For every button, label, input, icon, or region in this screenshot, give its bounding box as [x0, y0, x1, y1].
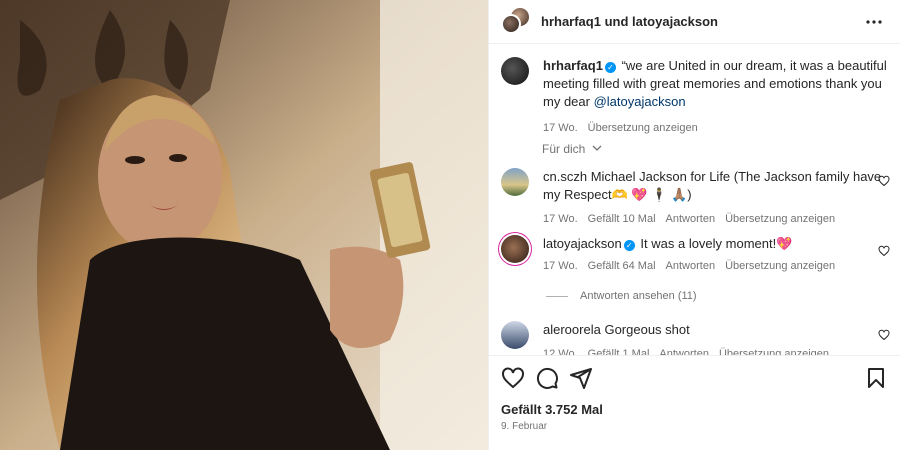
avatar[interactable]	[501, 321, 529, 349]
avatar[interactable]	[501, 57, 529, 85]
comment-text: Michael Jackson for Life (The Jackson fa…	[543, 169, 882, 202]
comment-text: It was a lovely moment!💖	[640, 236, 793, 251]
post-side-panel: hrharfaq1 und latoyajackson hrharfaq1 ✓ “…	[488, 0, 900, 450]
reply-button[interactable]: Antworten	[666, 210, 716, 228]
caption-body: hrharfaq1 ✓ “we are United in our dream, …	[543, 57, 891, 137]
translate-link[interactable]: Übersetzung anzeigen	[725, 257, 835, 275]
avatar[interactable]	[501, 168, 529, 196]
comment-item: aleroorela Gorgeous shot 12 Wo. Gefällt …	[501, 321, 891, 355]
comment-like-heart-icon[interactable]	[878, 245, 890, 257]
post-header: hrharfaq1 und latoyajackson	[489, 0, 900, 44]
divider	[546, 295, 568, 297]
view-replies-button[interactable]: Antworten ansehen (11)	[546, 290, 697, 302]
comments-scroll-area[interactable]: hrharfaq1 ✓ “we are United in our dream, …	[489, 45, 900, 355]
translate-link[interactable]: Übersetzung anzeigen	[588, 119, 698, 137]
comment-like-heart-icon[interactable]	[878, 175, 890, 187]
post-actions: Gefällt 3.752 Mal 9. Februar	[489, 355, 900, 432]
post-authors[interactable]: hrharfaq1 und latoyajackson	[541, 14, 862, 29]
comment-item: cn.sczh Michael Jackson for Life (The Ja…	[501, 168, 891, 228]
comment-item: latoyajackson ✓ It was a lovely moment!💖 …	[501, 235, 891, 275]
comment-username[interactable]: latoyajackson	[543, 236, 622, 251]
action-bar	[501, 366, 888, 390]
bookmark-icon[interactable]	[864, 366, 888, 390]
comment-text: Gorgeous shot	[604, 322, 690, 337]
verified-icon: ✓	[623, 240, 635, 251]
comment-body: aleroorela Gorgeous shot 12 Wo. Gefällt …	[543, 321, 891, 355]
share-send-icon[interactable]	[569, 366, 593, 390]
comment-icon[interactable]	[535, 366, 559, 390]
verified-icon: ✓	[604, 62, 616, 73]
more-horizontal-icon[interactable]	[862, 10, 886, 34]
collab-avatars[interactable]	[501, 7, 529, 36]
photo-illustration	[0, 0, 488, 450]
comment-like-heart-icon[interactable]	[878, 329, 890, 341]
comment-time[interactable]: 12 Wo.	[543, 345, 578, 355]
comment-username[interactable]: aleroorela	[543, 322, 601, 337]
comment-meta: 17 Wo. Gefällt 10 Mal Antworten Übersetz…	[543, 210, 891, 228]
comment-likes[interactable]: Gefällt 10 Mal	[588, 210, 656, 228]
likes-count[interactable]: Gefällt 3.752 Mal	[501, 402, 888, 417]
translate-link[interactable]: Übersetzung anzeigen	[725, 210, 835, 228]
sort-label: Für dich	[542, 142, 586, 156]
reply-button[interactable]: Antworten	[666, 257, 716, 275]
post-caption: hrharfaq1 ✓ “we are United in our dream, …	[501, 57, 891, 137]
post-photo[interactable]	[0, 0, 488, 450]
instagram-post-view: hrharfaq1 und latoyajackson hrharfaq1 ✓ “…	[0, 0, 900, 450]
comment-meta: 12 Wo. Gefällt 1 Mal Antworten Übersetzu…	[543, 345, 891, 355]
comment-username[interactable]: cn.sczh	[543, 169, 587, 184]
reply-button[interactable]: Antworten	[659, 345, 709, 355]
avatar[interactable]	[501, 235, 529, 263]
sort-dropdown[interactable]: Für dich	[542, 142, 602, 156]
view-replies-label: Antworten ansehen (11)	[580, 290, 697, 302]
like-heart-icon[interactable]	[501, 366, 525, 390]
avatar[interactable]	[501, 13, 521, 34]
mention-link[interactable]: @latoyajackson	[594, 94, 686, 109]
translate-link[interactable]: Übersetzung anzeigen	[719, 345, 829, 355]
comment-likes[interactable]: Gefällt 1 Mal	[588, 345, 650, 355]
chevron-down-icon	[589, 142, 602, 156]
comment-time[interactable]: 17 Wo.	[543, 257, 578, 275]
comment-time[interactable]: 17 Wo.	[543, 210, 578, 228]
caption-time[interactable]: 17 Wo.	[543, 119, 578, 137]
post-date[interactable]: 9. Februar	[501, 421, 888, 432]
comment-meta: 17 Wo. Gefällt 64 Mal Antworten Übersetz…	[543, 257, 891, 275]
comment-body: latoyajackson ✓ It was a lovely moment!💖 …	[543, 235, 891, 275]
caption-meta: 17 Wo. Übersetzung anzeigen	[543, 119, 891, 137]
comment-body: cn.sczh Michael Jackson for Life (The Ja…	[543, 168, 891, 228]
caption-username[interactable]: hrharfaq1	[543, 58, 603, 73]
comment-likes[interactable]: Gefällt 64 Mal	[588, 257, 656, 275]
